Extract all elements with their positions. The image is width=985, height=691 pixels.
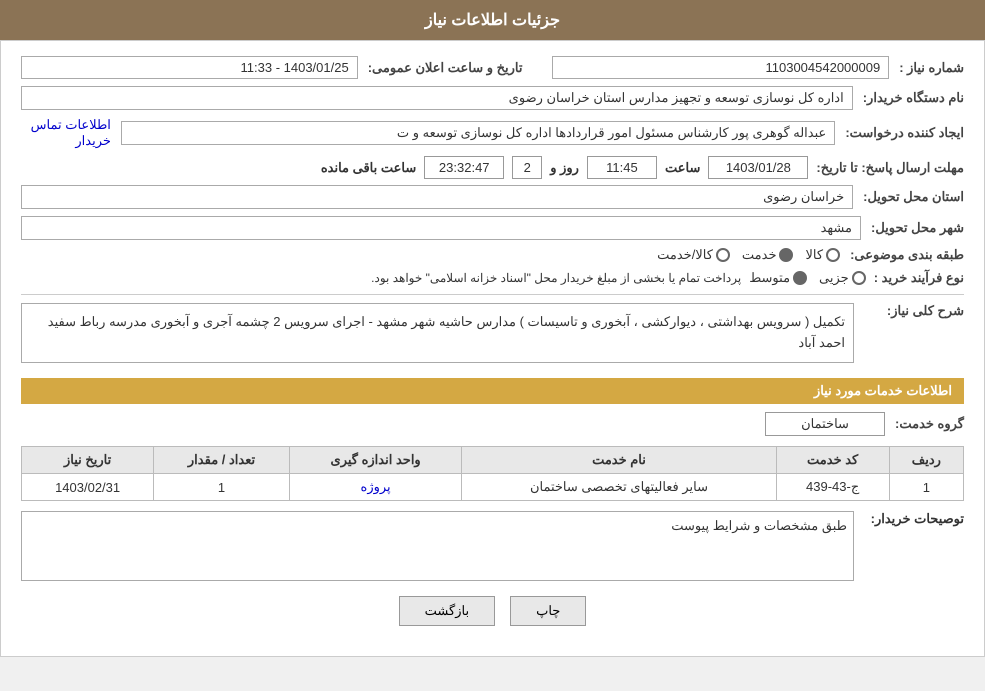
description-value: تکمیل ( سرویس بهداشتی ، دیوارکشی ، آبخور…	[21, 303, 854, 363]
need-number-row: شماره نیاز : 1103004542000009 تاریخ و سا…	[21, 56, 964, 79]
buyer-description-section: توصیحات خریدار: طبق مشخصات و شرایط پیوست	[21, 511, 964, 581]
deadline-time: 11:45	[587, 156, 657, 179]
radio-khedmat-icon	[779, 248, 793, 262]
category-radio-group: کالا خدمت کالا/خدمت	[657, 247, 840, 263]
province-value: خراسان رضوی	[21, 185, 853, 209]
radio-jozi-icon	[852, 271, 866, 285]
services-section-title: اطلاعات خدمات مورد نیاز	[21, 378, 964, 404]
creator-row: ایجاد کننده درخواست: عبداله گوهری پور کا…	[21, 117, 964, 149]
city-row: شهر محل تحویل: مشهد	[21, 216, 964, 240]
province-row: استان محل تحویل: خراسان رضوی	[21, 185, 964, 209]
buyer-name-value: اداره کل نوسازی توسعه و تجهیز مدارس استا…	[21, 86, 853, 110]
city-label: شهر محل تحویل:	[871, 220, 964, 236]
col-header-qty: تعداد / مقدار	[154, 447, 290, 474]
description-label: شرح کلی نیاز:	[864, 303, 964, 319]
col-header-code: کد خدمت	[776, 447, 889, 474]
radio-kala-label: کالا	[805, 247, 823, 263]
date-value: 1403/01/25 - 11:33	[21, 56, 358, 79]
service-group-row: گروه خدمت: ساختمان	[21, 412, 964, 436]
divider-1	[21, 294, 964, 295]
date-label: تاریخ و ساعت اعلان عمومی:	[368, 60, 523, 76]
creator-value: عبداله گوهری پور کارشناس مسئول امور قرار…	[121, 121, 835, 145]
buyer-name-label: نام دستگاه خریدار:	[863, 90, 964, 106]
description-row: شرح کلی نیاز: تکمیل ( سرویس بهداشتی ، دی…	[21, 303, 964, 363]
buyer-desc-text: طبق مشخصات و شرایط پیوست	[28, 518, 847, 534]
service-group-value: ساختمان	[765, 412, 885, 436]
table-body: 1 ج-43-439 سایر فعالیتهای تخصصی ساختمان …	[22, 474, 964, 501]
deadline-day-label: روز و	[550, 160, 579, 176]
table-row: 1 ج-43-439 سایر فعالیتهای تخصصی ساختمان …	[22, 474, 964, 501]
services-table: ردیف کد خدمت نام خدمت واحد اندازه گیری ت…	[21, 446, 964, 501]
radio-mottavaset-label: متوسط	[749, 270, 790, 286]
col-header-unit: واحد اندازه گیری	[289, 447, 462, 474]
category-label: طبقه بندی موضوعی:	[850, 247, 964, 263]
radio-kala-icon	[826, 248, 840, 262]
col-header-name: نام خدمت	[462, 447, 776, 474]
deadline-remaining-label: ساعت باقی مانده	[321, 160, 416, 176]
radio-kala-khedmat-icon	[716, 248, 730, 262]
cell-unit: پروژه	[289, 474, 462, 501]
radio-jozi-label: جزیی	[819, 270, 849, 286]
province-label: استان محل تحویل:	[863, 189, 964, 205]
page-header: جزئیات اطلاعات نیاز	[0, 0, 985, 40]
col-header-date: تاریخ نیاز	[22, 447, 154, 474]
cell-name: سایر فعالیتهای تخصصی ساختمان	[462, 474, 776, 501]
process-radio-group: جزیی متوسط	[749, 270, 866, 286]
city-value: مشهد	[21, 216, 861, 240]
service-group-label: گروه خدمت:	[895, 416, 964, 432]
deadline-row: مهلت ارسال پاسخ: تا تاریخ: 1403/01/28 سا…	[21, 156, 964, 179]
deadline-days: 2	[512, 156, 542, 179]
process-row: نوع فرآیند خرید : جزیی متوسط پرداخت تمام…	[21, 270, 964, 286]
radio-mottavaset-icon	[793, 271, 807, 285]
process-option-jozi[interactable]: جزیی	[819, 270, 866, 286]
deadline-time-label: ساعت	[665, 160, 700, 176]
buyer-desc-value: طبق مشخصات و شرایط پیوست	[21, 511, 854, 581]
cell-code: ج-43-439	[776, 474, 889, 501]
need-number-value: 1103004542000009	[552, 56, 889, 79]
deadline-label: مهلت ارسال پاسخ: تا تاریخ:	[816, 160, 964, 176]
category-option-kala[interactable]: کالا	[805, 247, 840, 263]
footer-buttons: چاپ بازگشت	[21, 596, 964, 626]
deadline-date: 1403/01/28	[708, 156, 808, 179]
category-row: طبقه بندی موضوعی: کالا خدمت کالا/خدمت	[21, 247, 964, 263]
back-button[interactable]: بازگشت	[399, 596, 495, 626]
table-header: ردیف کد خدمت نام خدمت واحد اندازه گیری ت…	[22, 447, 964, 474]
cell-qty: 1	[154, 474, 290, 501]
cell-row: 1	[889, 474, 963, 501]
need-number-label: شماره نیاز :	[899, 60, 964, 76]
process-option-mottavaset[interactable]: متوسط	[749, 270, 807, 286]
deadline-remaining: 23:32:47	[424, 156, 504, 179]
main-content: شماره نیاز : 1103004542000009 تاریخ و سا…	[0, 40, 985, 657]
radio-kala-khedmat-label: کالا/خدمت	[657, 247, 713, 263]
creator-label: ایجاد کننده درخواست:	[845, 125, 964, 141]
radio-khedmat-label: خدمت	[742, 247, 777, 263]
category-option-khedmat[interactable]: خدمت	[742, 247, 794, 263]
contact-info-link[interactable]: اطلاعات تماس خریدار	[21, 117, 111, 149]
page-title: جزئیات اطلاعات نیاز	[425, 12, 560, 29]
buyer-desc-label: توصیحات خریدار:	[864, 511, 964, 527]
col-header-row: ردیف	[889, 447, 963, 474]
process-note: پرداخت تمام یا بخشی از مبلغ خریدار محل "…	[371, 271, 741, 285]
process-label: نوع فرآیند خرید :	[874, 270, 964, 286]
category-option-kala-khedmat[interactable]: کالا/خدمت	[657, 247, 730, 263]
buyer-name-row: نام دستگاه خریدار: اداره کل نوسازی توسعه…	[21, 86, 964, 110]
print-button[interactable]: چاپ	[510, 596, 586, 626]
cell-date: 1403/02/31	[22, 474, 154, 501]
